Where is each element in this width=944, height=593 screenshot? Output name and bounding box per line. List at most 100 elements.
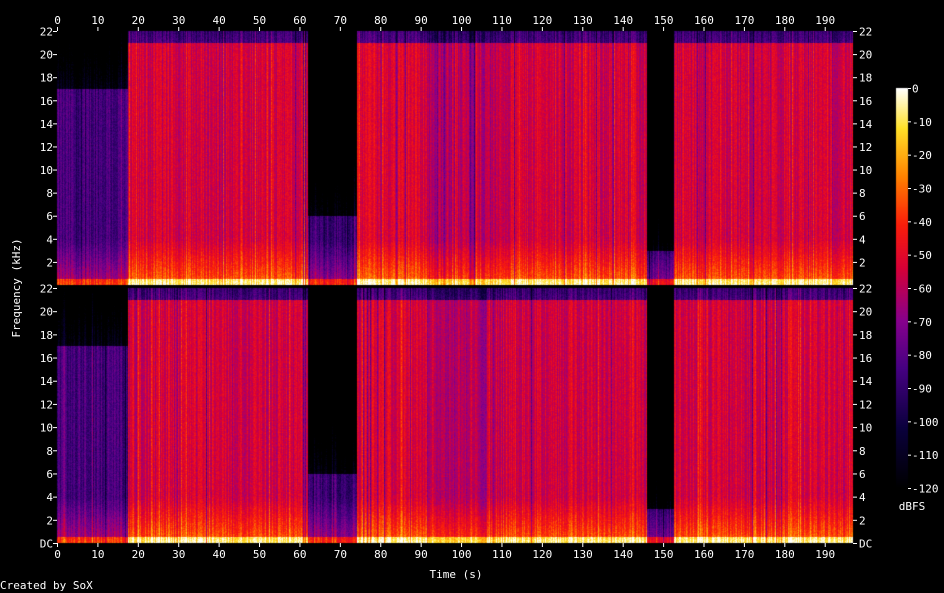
colorbar-tick-label: -120 — [912, 483, 939, 496]
x-tick-label: 50 — [253, 14, 266, 27]
y-tick-label: 12 — [859, 141, 872, 154]
spectrogram-axes: 0 10 20 30 40 50 60 70 80 90 100 110 120 130 140 150 160… — [0, 14, 939, 592]
colorbar-ticks: 0 -10 -20 -30 -40 -50 -60 -70 -80 -90 -100 -110 -120 — [908, 83, 939, 496]
x-tick-label: 40 — [212, 548, 225, 561]
x-tick-label: 180 — [775, 14, 795, 27]
colorbar-tick-label: -10 — [912, 116, 932, 129]
x-tick-label: 170 — [734, 14, 754, 27]
x-tick-label: 100 — [452, 14, 472, 27]
y-tick-label: 14 — [859, 118, 873, 131]
x-tick-label: 110 — [492, 548, 512, 561]
x-tick-label: 150 — [654, 14, 674, 27]
x-tick-label: 90 — [415, 548, 428, 561]
x-tick-label: 10 — [91, 14, 104, 27]
y-tick-label: 10 — [859, 164, 872, 177]
y-tick-label: 6 — [46, 210, 53, 223]
x-tick-label: 80 — [374, 14, 387, 27]
y-axes: 2 24 46 68 810 1012 1214 1416 1618 1820 2022 22DC DC… — [40, 26, 873, 551]
x-tick-label: 80 — [374, 548, 387, 561]
x-tick-label: 110 — [492, 14, 512, 27]
x-tick-label: 70 — [334, 14, 347, 27]
y-tick-label: 8 — [46, 187, 53, 200]
y-tick-label: 6 — [859, 468, 866, 481]
colorbar-tick-label: -70 — [912, 316, 932, 329]
y-tick-label: 2 — [46, 514, 53, 527]
y-tick-label: 18 — [40, 329, 53, 342]
x-tick-label: 60 — [293, 14, 306, 27]
x-tick-label: 50 — [253, 548, 266, 561]
y-tick-label: 18 — [40, 72, 53, 85]
y-tick-label: 22 — [40, 283, 53, 296]
colorbar-tick-label: -100 — [912, 416, 939, 429]
y-tick-label: 10 — [40, 164, 53, 177]
y-tick-label: 2 — [859, 256, 866, 269]
x-tick-label: 190 — [815, 548, 835, 561]
y-tick-label: 12 — [40, 141, 53, 154]
y-tick-label: 10 — [40, 422, 53, 435]
y-tick-label: 8 — [859, 187, 866, 200]
x-tick-label: 140 — [613, 14, 633, 27]
y-tick-label: 16 — [859, 352, 872, 365]
footer-credit: Created by SoX — [0, 579, 93, 592]
y-tick-label: 4 — [46, 233, 53, 246]
colorbar-label: dBFS — [899, 500, 926, 513]
y-tick-label: 2 — [859, 514, 866, 527]
y-tick-label: 20 — [859, 306, 872, 319]
y-tick-label: 18 — [859, 72, 872, 85]
y-tick-label: 12 — [859, 398, 872, 411]
x-tick-label: 150 — [654, 548, 674, 561]
x-tick-label: 160 — [694, 548, 714, 561]
y-tick-label: 14 — [40, 118, 54, 131]
x-tick-label: 100 — [452, 548, 472, 561]
y-tick-label: 18 — [859, 329, 872, 342]
colorbar-tick-label: -40 — [912, 216, 932, 229]
y-tick-label: 6 — [46, 468, 53, 481]
colorbar-tick-label: -50 — [912, 249, 932, 262]
x-tick-label: 120 — [532, 548, 552, 561]
x-tick-label: 120 — [532, 14, 552, 27]
x-tick-label: 90 — [415, 14, 428, 27]
y-tick-label: 20 — [40, 306, 53, 319]
colorbar-tick-label: -80 — [912, 349, 932, 362]
x-tick-label: 70 — [334, 548, 347, 561]
colorbar-tick-label: -20 — [912, 149, 932, 162]
y-tick-label: 20 — [40, 49, 53, 62]
x-tick-label: 30 — [172, 14, 185, 27]
y-tick-label: 16 — [40, 352, 53, 365]
x-tick-label: 140 — [613, 548, 633, 561]
x-tick-label: 160 — [694, 14, 714, 27]
x-tick-label: 20 — [132, 14, 145, 27]
x-tick-label: 0 — [54, 548, 61, 561]
colorbar-tick-label: -110 — [912, 449, 939, 462]
y-tick-label: 8 — [46, 445, 53, 458]
y-tick-label: 4 — [859, 233, 866, 246]
x-tick-label: 190 — [815, 14, 835, 27]
y-tick-label: 14 — [859, 375, 873, 388]
y-tick-label: 22 — [859, 283, 872, 296]
x-tick-label: 0 — [54, 14, 61, 27]
x-axis-top: 0 10 20 30 40 50 60 70 80 90 100 110 120 130 140 150 160… — [54, 14, 835, 31]
colorbar-tick-label: -90 — [912, 383, 932, 396]
y-tick-label: 10 — [859, 422, 872, 435]
y-tick-label: 22 — [40, 26, 53, 39]
x-tick-label: 130 — [573, 548, 593, 561]
x-tick-label: 10 — [91, 548, 104, 561]
y-tick-label: 14 — [40, 375, 54, 388]
x-tick-label: 180 — [775, 548, 795, 561]
x-tick-label: 170 — [734, 548, 754, 561]
colorbar-tick-label: -30 — [912, 183, 932, 196]
y-tick-label: 4 — [859, 491, 866, 504]
y-tick-label: 22 — [859, 26, 872, 39]
y-tick-label: 6 — [859, 210, 866, 223]
colorbar-tick-label: -60 — [912, 283, 932, 296]
x-axis-bottom: 0 10 20 30 40 50 60 70 80 90 100 110 120 130 140 150 160… — [54, 543, 835, 561]
colorbar-tick-label: 0 — [912, 83, 919, 96]
y-tick-label: 16 — [859, 95, 872, 108]
y-tick-label: 4 — [46, 491, 53, 504]
x-tick-label: 40 — [212, 14, 225, 27]
y-tick-label: 12 — [40, 398, 53, 411]
x-tick-label: 20 — [132, 548, 145, 561]
y-tick-label: DC — [859, 538, 872, 551]
y-tick-label: 2 — [46, 256, 53, 269]
x-axis-label: Time (s) — [430, 568, 483, 581]
